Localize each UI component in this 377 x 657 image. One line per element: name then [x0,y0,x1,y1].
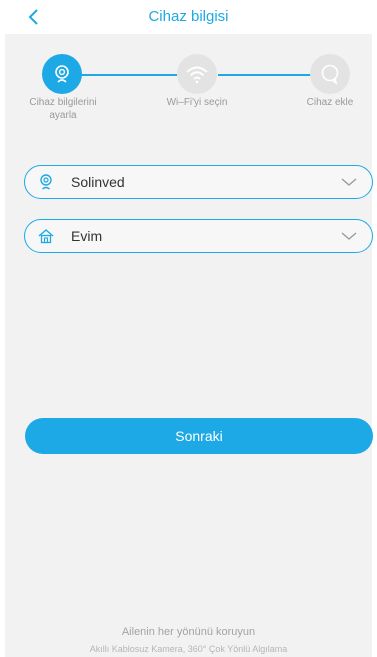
step-1-label-line1: Cihaz bilgilerini [29,97,97,108]
chevron-down-icon [341,232,357,240]
step-1-label-line2: ayarla [49,110,77,121]
step-1-circle [42,54,82,94]
camera-icon [40,174,52,190]
step-indicator: Cihaz bilgilerini ayarla Wi–Fi'yi seçin … [5,34,372,134]
step-connector-1 [81,74,177,76]
device-select[interactable]: Solinved [24,165,373,199]
step-1-label: Cihaz bilgilerini ayarla [17,96,109,122]
next-button[interactable]: Sonraki [25,418,373,454]
home-select[interactable]: Evim [24,219,373,253]
step-3-label: Cihaz ekle [306,97,354,108]
step-2-label: Wi–Fi'yi seçin [166,97,228,108]
chat-bubble-icon [321,64,339,85]
footer-tagline: Ailenin her yönünü koruyun [121,626,256,638]
camera-icon [55,65,69,83]
page-title: Cihaz bilgisi [148,8,229,25]
chevron-down-icon [341,178,357,186]
device-select-value: Solinved [71,174,125,190]
wifi-icon [186,66,208,84]
content-area: Cihaz bilgilerini ayarla Wi–Fi'yi seçin … [5,34,373,657]
footer-subtagline: Akıllı Kablosuz Kamera, 360° Çok Yönlü A… [89,644,288,654]
step-3-circle [310,54,350,94]
header-bar: Cihaz bilgisi [0,0,377,34]
step-connector-2 [218,74,312,76]
home-icon [38,229,54,244]
home-select-value: Evim [71,228,103,244]
step-2-circle [177,54,217,94]
